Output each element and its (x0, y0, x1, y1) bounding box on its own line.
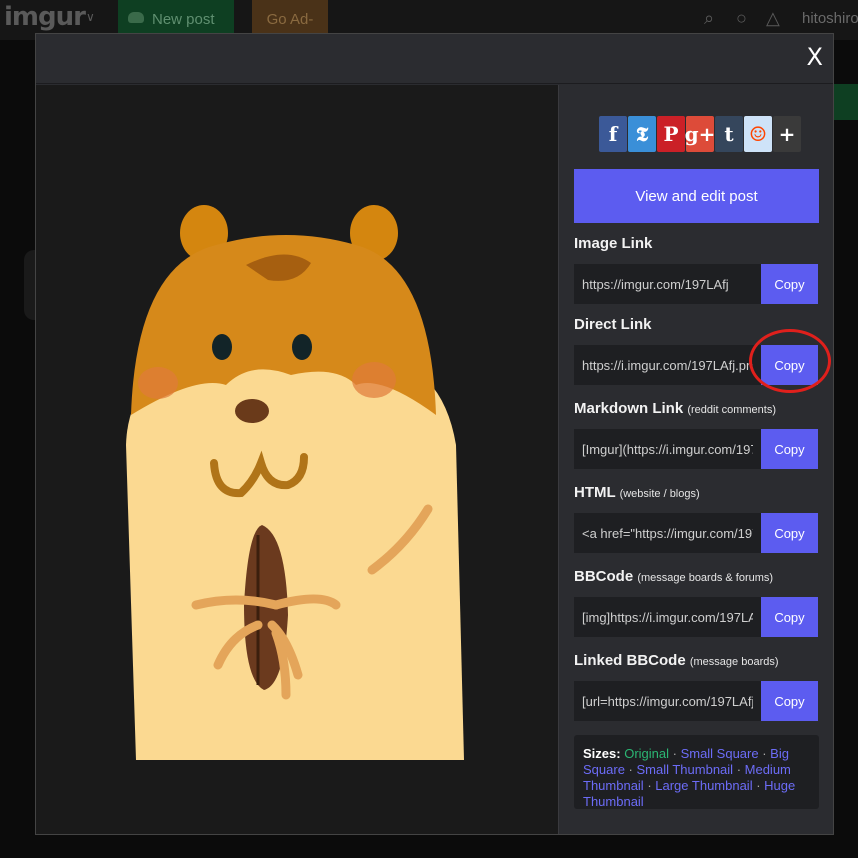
linked-bbcode-field[interactable] (574, 681, 761, 721)
direct-link-label: Direct Link (574, 316, 652, 333)
copy-direct-link-button[interactable]: Copy (761, 345, 818, 385)
close-button[interactable]: X (807, 43, 823, 71)
hamster-image (126, 205, 464, 760)
image-link-block: Image Link Copy (574, 235, 819, 304)
reddit-icon[interactable]: ☺ (744, 116, 772, 152)
imgur-logo: imgur (4, 2, 86, 32)
chat-icon: ○ (736, 8, 747, 28)
copy-bbcode-link-button[interactable]: Copy (761, 597, 818, 637)
sizes-box: Sizes: Original · Small Square · Big Squ… (574, 735, 819, 809)
upload-cloud-icon (128, 12, 144, 23)
html-link-label: HTML (website / blogs) (574, 484, 700, 501)
more-icon[interactable]: + (773, 116, 801, 152)
copy-html-link-button[interactable]: Copy (761, 513, 818, 553)
markdown-link-label: Markdown Link (reddit comments) (574, 400, 776, 417)
tumblr-icon[interactable]: t (715, 116, 743, 152)
background-button-edge (834, 84, 858, 120)
bbcode-link-block: BBCode (message boards & forums) Copy (574, 568, 819, 637)
social-share-row: f 𝕿 P g+ t ☺ + (599, 116, 801, 152)
linked-bbcode-block: Linked BBCode (message boards) Copy (574, 652, 819, 721)
size-original-link[interactable]: Original (624, 746, 669, 761)
html-link-field[interactable] (574, 513, 761, 553)
bbcode-link-field[interactable] (574, 597, 761, 637)
sizes-label: Sizes: (583, 746, 621, 761)
chevron-down-icon: ∨ (86, 10, 95, 24)
share-sidebar: f 𝕿 P g+ t ☺ + View and edit post Image … (558, 85, 833, 834)
facebook-icon[interactable]: f (599, 116, 627, 152)
pinterest-icon[interactable]: P (657, 116, 685, 152)
search-icon: ⌕ (704, 8, 715, 28)
direct-link-block: Direct Link Copy (574, 316, 831, 393)
size-large-thumbnail-link[interactable]: Large Thumbnail (655, 778, 752, 793)
linked-bbcode-label: Linked BBCode (message boards) (574, 652, 779, 669)
size-small-square-link[interactable]: Small Square (681, 746, 759, 761)
markdown-link-field[interactable] (574, 429, 761, 469)
direct-link-field[interactable] (574, 345, 761, 385)
image-link-field[interactable] (574, 264, 761, 304)
username: hitoshiro (802, 10, 858, 27)
image-link-label: Image Link (574, 235, 653, 252)
modal-header: X (36, 34, 833, 84)
view-edit-post-button[interactable]: View and edit post (574, 169, 819, 223)
bbcode-link-label: BBCode (message boards & forums) (574, 568, 774, 585)
new-post-label: New post (152, 11, 215, 28)
copy-markdown-link-button[interactable]: Copy (761, 429, 818, 469)
twitter-icon[interactable]: 𝕿 (628, 116, 656, 152)
go-ad-free-button: Go Ad-Free (252, 0, 328, 68)
image-preview (36, 85, 558, 834)
html-link-block: HTML (website / blogs) Copy (574, 484, 819, 553)
copy-image-link-button[interactable]: Copy (761, 264, 818, 304)
share-modal: X f 𝕿 P g+ t ☺ + View and edit post Imag… (35, 33, 834, 835)
markdown-link-block: Markdown Link (reddit comments) Copy (574, 400, 819, 469)
size-small-thumbnail-link[interactable]: Small Thumbnail (636, 762, 733, 777)
new-post-button: New post (118, 0, 234, 36)
google-plus-icon[interactable]: g+ (685, 116, 715, 152)
bell-icon: △ (766, 8, 780, 28)
copy-linked-bbcode-button[interactable]: Copy (761, 681, 818, 721)
